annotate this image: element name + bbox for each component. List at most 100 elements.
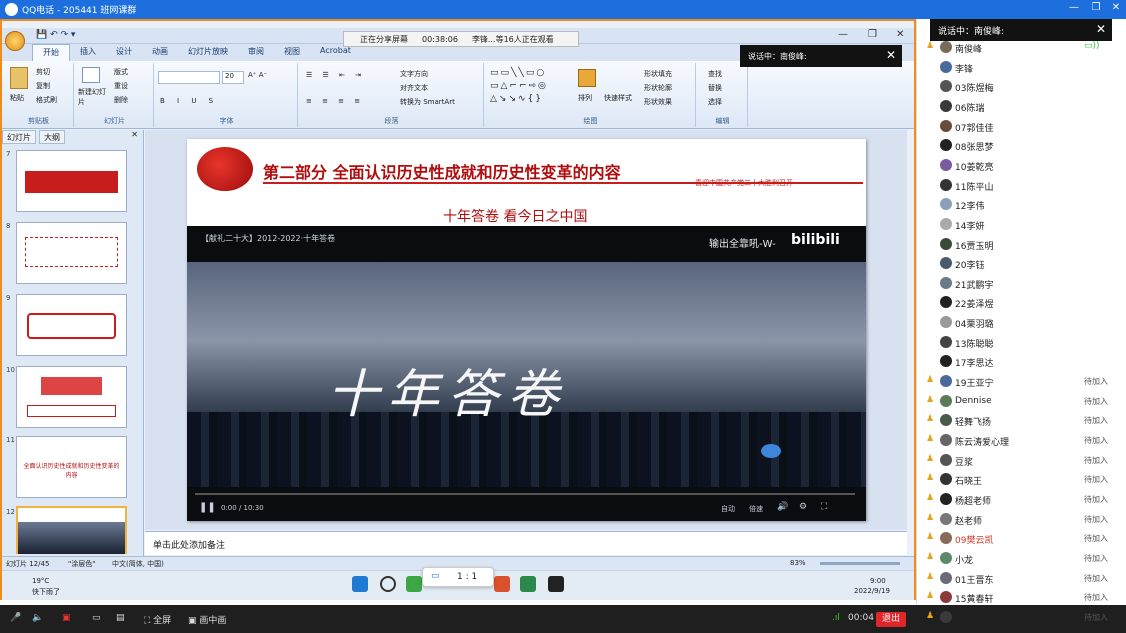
slide-thumbnail-12-selected[interactable] — [16, 506, 127, 554]
panel-close-icon[interactable]: ✕ — [131, 130, 142, 144]
member-row[interactable]: 14李妍 — [924, 216, 1114, 234]
tab-animation[interactable]: 动画 — [142, 44, 178, 61]
volume-icon[interactable]: 🔊 — [777, 502, 788, 512]
replace-button[interactable]: 替换 — [708, 83, 722, 93]
embedded-video[interactable]: 【献礼二十大】2012-2022·十年答卷 输出全靠吼-W- bilibili … — [187, 226, 866, 521]
member-row[interactable]: 李锋 — [924, 59, 1114, 77]
font-style-buttons[interactable]: B I U S — [160, 97, 218, 105]
search-icon[interactable] — [380, 576, 396, 592]
paste-icon[interactable] — [10, 67, 28, 89]
ppt-minimize-button[interactable]: — — [838, 29, 848, 40]
member-row[interactable]: ♟ 小龙 待加入 — [924, 550, 1114, 568]
ppt-maximize-button[interactable]: ❐ — [868, 29, 877, 40]
font-name-select[interactable] — [158, 71, 220, 84]
member-row[interactable]: 04栗羽璐 — [924, 314, 1114, 332]
speaking-close-icon[interactable]: ✕ — [1096, 22, 1106, 36]
office-button-icon[interactable] — [5, 31, 25, 51]
arrange-icon[interactable] — [578, 69, 596, 87]
video-progress-track[interactable] — [195, 493, 855, 495]
member-row[interactable]: 07郭佳佳 — [924, 118, 1114, 136]
select-button[interactable]: 选择 — [708, 97, 722, 107]
quick-access-toolbar[interactable]: 💾 ↶ ↷ ▾ — [36, 30, 75, 40]
screen-share-icon[interactable]: ▭ — [92, 613, 101, 623]
speed-button[interactable]: 倍速 — [749, 504, 763, 514]
new-slide-icon[interactable] — [82, 67, 100, 83]
app-icon[interactable] — [406, 576, 422, 592]
member-row[interactable]: 08张思梦 — [924, 137, 1114, 155]
excel-taskbar-icon[interactable] — [520, 576, 536, 592]
zoom-slider[interactable] — [820, 562, 900, 565]
slide-thumbnail-10[interactable] — [16, 366, 127, 428]
fullscreen-icon[interactable]: ⛶ — [821, 502, 827, 512]
copy-button[interactable]: 复制 — [36, 81, 50, 91]
close-button[interactable]: ✕ — [1106, 2, 1126, 13]
paste-button[interactable]: 粘贴 — [10, 93, 24, 103]
member-row[interactable]: ♟ 杨超老师 待加入 — [924, 491, 1114, 509]
font-size-select[interactable]: 20 — [222, 71, 244, 84]
member-row[interactable]: ♟ 01王晋东 待加入 — [924, 570, 1114, 588]
reset-button[interactable]: 重设 — [114, 81, 128, 91]
align-text-button[interactable]: 对齐文本 — [400, 83, 428, 93]
shapes-gallery[interactable]: ▭▭╲╲▭○ ▭△⌐⌐⇨◎ △↘↘∿{} — [490, 67, 548, 106]
find-button[interactable]: 查找 — [708, 69, 722, 79]
member-row[interactable]: 06陈瑞 — [924, 98, 1114, 116]
play-icon[interactable]: ❚❚ — [199, 502, 216, 513]
ppt-close-button[interactable]: ✕ — [896, 29, 904, 40]
shape-fill-button[interactable]: 形状填充 — [644, 69, 672, 79]
member-row[interactable]: ♟ 石晓王 待加入 — [924, 471, 1114, 489]
delete-slide-button[interactable]: 删除 — [114, 95, 128, 105]
member-row[interactable]: 10姜乾亮 — [924, 157, 1114, 175]
member-row[interactable]: ♟ 轻舞飞扬 待加入 — [924, 412, 1114, 430]
tab-insert[interactable]: 插入 — [70, 44, 106, 61]
member-row[interactable]: 17李思达 — [924, 353, 1114, 371]
exit-call-button[interactable]: 退出 — [876, 612, 906, 627]
settings-icon[interactable]: ⚙ — [799, 502, 807, 512]
align-buttons[interactable]: ≡ ≡ ≡ ≡ — [306, 97, 364, 105]
notes-field[interactable]: 单击此处添加备注 — [145, 531, 907, 555]
member-row[interactable]: ♟ 豆浆 待加入 — [924, 452, 1114, 470]
layout-button[interactable]: 版式 — [114, 67, 128, 77]
member-row[interactable]: 03陈煜梅 — [924, 78, 1114, 96]
app-icon[interactable] — [548, 576, 564, 592]
member-row[interactable]: ♟ 南俊峰 ▭)) — [924, 39, 1114, 57]
camera-off-icon[interactable]: ▣ — [62, 613, 71, 623]
shape-outline-button[interactable]: 形状轮廓 — [644, 83, 672, 93]
format-painter-button[interactable]: 格式刷 — [36, 95, 57, 105]
tab-slideshow[interactable]: 幻灯片放映 — [178, 44, 238, 61]
layout-icon[interactable]: ▤ — [116, 613, 125, 623]
member-row[interactable]: ♟ 陈云涛爱心理 待加入 — [924, 432, 1114, 450]
slide-thumbnail-8[interactable] — [16, 222, 127, 284]
slide-thumbnail-11[interactable]: 全面认识历史性成就和历史性变革的内容 — [16, 436, 127, 498]
speaker-icon[interactable]: 🔈 — [32, 613, 43, 623]
tab-home[interactable]: 开始 — [32, 44, 70, 61]
powerpoint-taskbar-icon[interactable] — [494, 576, 510, 592]
member-row[interactable]: ♟ Dennise 待加入 — [924, 393, 1114, 411]
member-row[interactable]: 16贾玉明 — [924, 236, 1114, 254]
member-row[interactable]: 22姜泽煜 — [924, 294, 1114, 312]
text-direction-button[interactable]: 文字方向 — [400, 69, 428, 79]
cut-button[interactable]: 剪切 — [36, 67, 50, 77]
tab-outline[interactable]: 大纲 — [39, 130, 65, 144]
list-buttons[interactable]: ☰ ☰ ⇤ ⇥ — [306, 71, 365, 79]
slide-thumbnail-9[interactable] — [16, 294, 127, 356]
tab-review[interactable]: 审阅 — [238, 44, 274, 61]
font-grow-icon[interactable]: A⁺ A⁻ — [248, 71, 267, 79]
new-slide-button[interactable]: 新建幻灯片 — [78, 87, 108, 107]
speaking-inner-close-icon[interactable]: ✕ — [886, 48, 896, 62]
windows-start-icon[interactable] — [352, 576, 368, 592]
quick-styles-button[interactable]: 快速样式 — [604, 93, 632, 103]
member-row[interactable]: 21武鹏宇 — [924, 275, 1114, 293]
maximize-button[interactable]: ❐ — [1086, 2, 1106, 13]
video-overlay-button[interactable] — [761, 444, 781, 458]
autoplay-button[interactable]: 自动 — [721, 504, 735, 514]
member-row[interactable]: ♟ 15黄春轩 待加入 — [924, 589, 1114, 607]
member-row[interactable]: ♟ 02陈宇轩 待加入 — [924, 609, 1114, 627]
member-row[interactable]: 12李伟 — [924, 196, 1114, 214]
mic-muted-icon[interactable]: 🎤 — [10, 613, 21, 623]
member-row[interactable]: 20李钰 — [924, 255, 1114, 273]
smartart-button[interactable]: 转换为 SmartArt — [400, 97, 455, 107]
tab-design[interactable]: 设计 — [106, 44, 142, 61]
member-row[interactable]: ♟ 19王亚宁 待加入 — [924, 373, 1114, 391]
member-row[interactable]: 11陈平山 — [924, 177, 1114, 195]
member-row[interactable]: ♟ 赵老师 待加入 — [924, 511, 1114, 529]
